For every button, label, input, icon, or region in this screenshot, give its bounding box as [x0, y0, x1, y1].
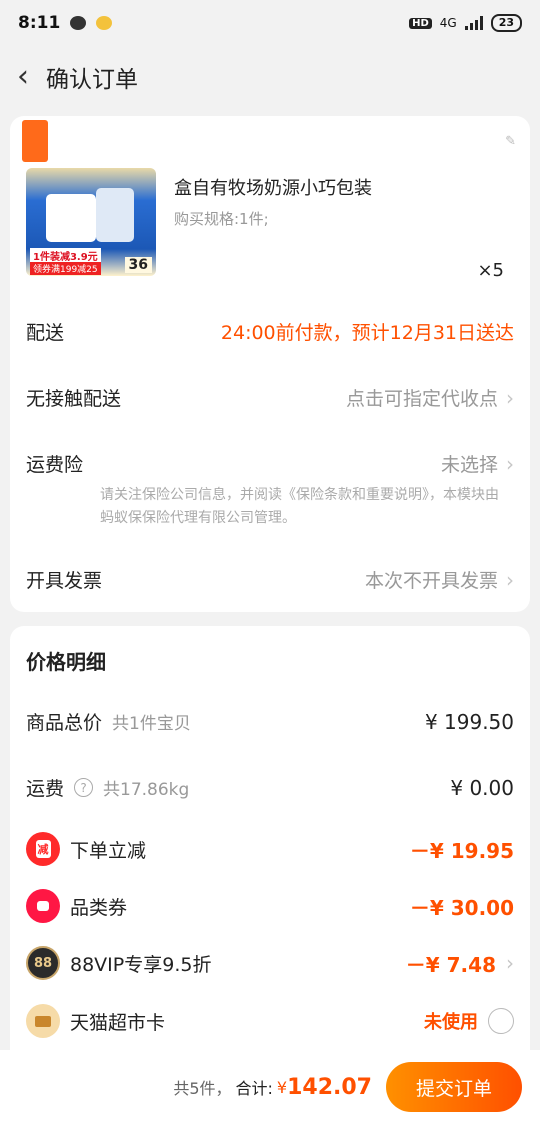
vip-discount-label: 88VIP专享9.5折: [70, 953, 212, 976]
freight-amount: ¥ 0.00: [450, 775, 514, 800]
supermarket-card-label: 天猫超市卡: [70, 1011, 166, 1034]
image-price-tag: 36: [124, 257, 152, 273]
goods-total-sub: 共1件宝贝: [112, 714, 191, 734]
goods-total-row: 商品总价 共1件宝贝 ¥ 199.50: [26, 708, 514, 735]
invoice-value: 本次不开具发票: [364, 570, 498, 592]
category-coupon-label: 品类券: [70, 896, 128, 919]
delivery-label: 配送: [26, 322, 65, 344]
shipping-insurance-value-wrap: 未选择 ›: [441, 450, 514, 477]
vip-discount-amount: －¥ 7.48: [405, 952, 496, 977]
category-coupon-amount: －¥ 30.00: [409, 895, 514, 920]
nav-bar: ‹ 确认订单: [0, 46, 540, 108]
chevron-right-icon: ›: [506, 567, 514, 592]
chevron-right-icon: ›: [506, 451, 514, 476]
invoice-row[interactable]: 开具发票 本次不开具发票 ›: [26, 566, 514, 593]
back-arrow-icon[interactable]: ‹: [0, 62, 46, 92]
order-discount-row: 减 下单立减 －¥ 19.95: [26, 832, 514, 866]
price-detail-card: 价格明细 商品总价 共1件宝贝 ¥ 199.50 运费 ? 共17.86kg ¥…: [10, 626, 530, 1096]
app-notification-icon: [96, 16, 113, 30]
total-label: 合计:: [235, 1079, 273, 1098]
category-coupon-row[interactable]: 品类券 －¥ 30.00: [26, 889, 514, 923]
status-right: HD 4G 23: [409, 14, 522, 32]
product-title[interactable]: 盒自有牧场奶源小巧包装: [174, 174, 372, 200]
discount-icon: 减: [26, 832, 60, 866]
battery-indicator: 23: [490, 14, 522, 32]
bottom-bar: 共5件， 合计: ¥ 142.07 提交订单: [0, 1050, 540, 1124]
network-type: 4G: [439, 16, 457, 30]
question-mark-icon[interactable]: ?: [74, 778, 94, 797]
product-image[interactable]: 1件装减3.9元 领券满199减25 36: [26, 168, 156, 276]
message-icon: [70, 16, 87, 30]
supermarket-card-radio[interactable]: [488, 1008, 514, 1034]
product-quantity: ×5: [477, 260, 504, 281]
address-card[interactable]: ✎: [10, 116, 530, 168]
supermarket-card-icon: [26, 1004, 60, 1038]
total-amount: 142.07: [287, 1074, 372, 1100]
order-card: 1件装减3.9元 领券满199减25 36 盒自有牧场奶源小巧包装 购买规格:1…: [10, 168, 530, 612]
shipping-insurance-value: 未选择: [440, 454, 498, 476]
address-marker: [22, 120, 48, 162]
supermarket-card-row[interactable]: 天猫超市卡 未使用: [26, 1004, 514, 1038]
price-detail-title: 价格明细: [26, 650, 106, 674]
freight-label: 运费: [26, 778, 65, 800]
status-left: 8:11: [18, 13, 113, 33]
supermarket-card-status: 未使用: [424, 1012, 478, 1033]
vip-88-icon: 88: [26, 946, 60, 980]
order-discount-label: 下单立减: [70, 839, 147, 862]
page-title: 确认订单: [46, 67, 138, 93]
insurance-note: 请关注保险公司信息，并阅读《保险条款和重要说明》，本模块由蚂蚁保保险代理有限公司…: [100, 487, 499, 526]
milk-box-graphic: [96, 188, 134, 242]
goods-total-label: 商品总价: [26, 712, 103, 734]
contactless-row[interactable]: 无接触配送 点击可指定代收点 ›: [26, 384, 514, 411]
signal-icon: [464, 16, 483, 30]
delivery-row: 配送 24:00前付款，预计12月31日送达: [26, 318, 514, 345]
shipping-insurance-row[interactable]: 运费险 未选择 ›: [26, 450, 514, 477]
vip-discount-row[interactable]: 88 88VIP专享9.5折 －¥ 7.48 ›: [26, 946, 514, 980]
contactless-value-wrap: 点击可指定代收点 ›: [346, 384, 514, 411]
order-discount-amount: －¥ 19.95: [409, 838, 514, 863]
product-spec: 购买规格:1件;: [174, 210, 269, 228]
item-count: 共5件，: [173, 1079, 232, 1098]
contactless-label: 无接触配送: [26, 388, 122, 410]
invoice-label: 开具发票: [26, 570, 103, 592]
image-promo-tag: 1件装减3.9元: [30, 248, 101, 263]
hd-badge: HD: [409, 17, 432, 29]
freight-row: 运费 ? 共17.86kg ¥ 0.00: [26, 774, 514, 801]
goods-total-amount: ¥ 199.50: [424, 709, 514, 734]
milk-box-graphic: [46, 194, 96, 242]
total-currency: ¥: [276, 1077, 288, 1097]
shipping-insurance-label: 运费险: [26, 454, 84, 476]
edit-icon[interactable]: ✎: [505, 134, 516, 149]
chevron-right-icon: ›: [506, 385, 514, 410]
status-bar: 8:11 HD 4G 23: [0, 0, 540, 46]
discount-icon-text: 减: [35, 840, 51, 858]
delivery-value: 24:00前付款，预计12月31日送达: [220, 322, 514, 344]
image-coupon-tag: 领券满199减25: [30, 262, 101, 275]
status-time: 8:11: [18, 13, 61, 33]
chevron-right-icon: ›: [506, 951, 514, 975]
contactless-value: 点击可指定代收点: [345, 388, 498, 410]
coupon-icon: [26, 889, 60, 923]
submit-order-button[interactable]: 提交订单: [386, 1062, 522, 1112]
invoice-value-wrap: 本次不开具发票 ›: [365, 566, 514, 593]
freight-weight: 共17.86kg: [103, 780, 190, 800]
